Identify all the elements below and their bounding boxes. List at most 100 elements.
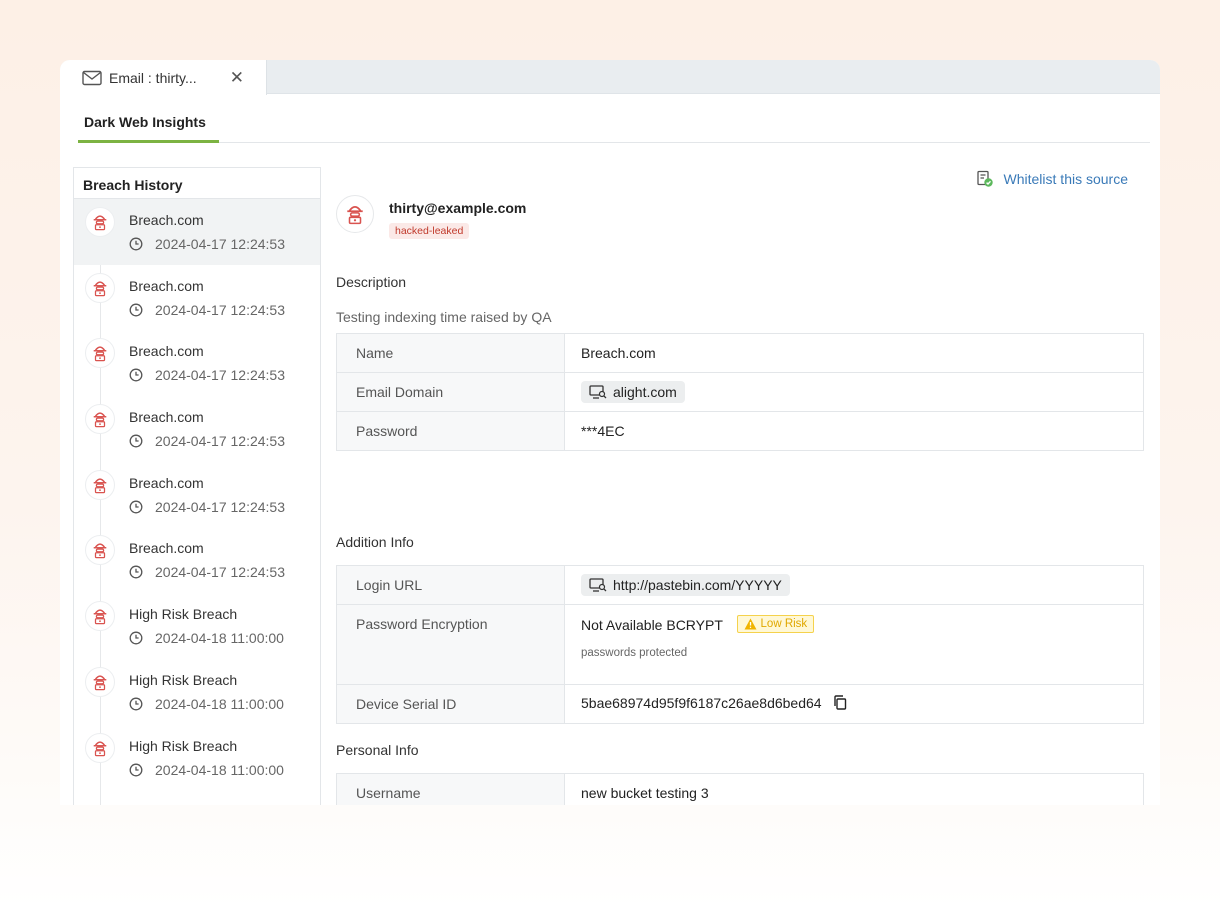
breach-time: 2024-04-17 12:24:53 bbox=[129, 499, 285, 515]
risk-badge: Low Risk bbox=[736, 615, 815, 633]
username-key: Username bbox=[336, 773, 565, 805]
breach-timestamp: 2024-04-17 12:24:53 bbox=[155, 367, 285, 384]
breach-timestamp: 2024-04-18 11:00:00 bbox=[155, 630, 284, 647]
breach-name: Breach.com bbox=[129, 343, 204, 360]
breach-name: Breach.com bbox=[129, 212, 204, 228]
hacker-icon bbox=[347, 205, 363, 225]
monitor-search-icon bbox=[589, 385, 607, 399]
hacker-icon bbox=[85, 469, 115, 500]
breach-time: 2024-04-18 11:00:00 bbox=[129, 630, 284, 646]
breach-time: 2024-04-17 12:24:53 bbox=[129, 564, 285, 580]
personal-info-heading: Personal Info bbox=[336, 742, 419, 758]
clock-icon bbox=[129, 565, 149, 579]
breach-name: Breach.com bbox=[129, 540, 204, 557]
list-item[interactable]: Breach.com 2024-04-17 12:24:53 bbox=[74, 330, 320, 396]
breach-time: 2024-04-17 12:24:53 bbox=[129, 236, 285, 252]
breach-time: 2024-04-18 11:00:00 bbox=[129, 696, 284, 712]
list-item[interactable]: High Risk Breach 2024-04-18 11:00:00 bbox=[74, 659, 320, 725]
sub-navigation: Dark Web Insights bbox=[78, 94, 1150, 143]
breach-name: Breach.com bbox=[129, 474, 204, 491]
list-item[interactable]: High Risk Breach 2024-04-18 11:00:00 bbox=[74, 593, 320, 659]
whitelist-button[interactable]: Whitelist this source bbox=[976, 170, 1128, 188]
tab-title: Email : thirty... bbox=[109, 69, 197, 86]
mail-icon bbox=[82, 70, 102, 85]
warning-icon bbox=[744, 618, 757, 630]
password-encryption-note: passwords protected bbox=[581, 647, 688, 659]
name-value: Breach.com bbox=[564, 333, 1144, 373]
page-background: Email : thirty... ✕ Dark Web Insights Br… bbox=[0, 0, 1220, 908]
table-row: Name Breach.com bbox=[336, 333, 1144, 373]
avatar bbox=[336, 195, 374, 233]
device-serial-key: Device Serial ID bbox=[336, 684, 565, 724]
breach-history-title: Breach History bbox=[74, 168, 320, 199]
breach-name: High Risk Breach bbox=[129, 737, 238, 754]
email-domain-key: Email Domain bbox=[336, 372, 565, 412]
table-row: Password Encryption Not Available BCRYPT… bbox=[336, 604, 1144, 685]
app-window: Email : thirty... ✕ Dark Web Insights Br… bbox=[60, 60, 1160, 805]
clock-icon bbox=[129, 303, 149, 317]
clock-icon bbox=[129, 631, 149, 645]
list-item[interactable]: Breach.com 2024-04-17 12:24:53 bbox=[74, 396, 320, 462]
tab-dark-web-insights[interactable]: Dark Web Insights bbox=[78, 94, 219, 143]
breach-time: 2024-04-18 11:00:00 bbox=[129, 762, 284, 778]
hacker-icon bbox=[85, 535, 115, 566]
breach-timestamp: 2024-04-17 12:24:53 bbox=[155, 564, 285, 581]
clock-icon bbox=[129, 237, 149, 251]
breach-timestamp: 2024-04-17 12:24:53 bbox=[155, 433, 285, 450]
table-row: Password ***4EC bbox=[336, 411, 1144, 451]
hacker-icon bbox=[85, 338, 115, 369]
breach-name: Breach.com bbox=[129, 277, 204, 294]
clock-icon bbox=[129, 697, 149, 711]
breach-time: 2024-04-17 12:24:53 bbox=[129, 367, 285, 383]
breach-name: Breach.com bbox=[129, 409, 204, 426]
copy-icon[interactable] bbox=[833, 695, 847, 713]
hacker-icon bbox=[85, 732, 115, 763]
hacker-icon bbox=[85, 272, 115, 303]
hacker-icon bbox=[85, 666, 115, 697]
username-value: new bucket testing 3 bbox=[564, 773, 1144, 805]
email-address: thirty@example.com bbox=[389, 200, 527, 216]
device-serial-value: 5bae68974d95f9f6187c26ae8d6bed64 bbox=[581, 694, 822, 711]
list-item[interactable]: High Risk Breach 2024-04-18 11:00:00 bbox=[74, 725, 320, 791]
tab-strip: Email : thirty... ✕ bbox=[60, 60, 1160, 95]
login-url-value: http://pastebin.com/YYYYY bbox=[613, 577, 782, 593]
breach-time: 2024-04-17 12:24:53 bbox=[129, 433, 285, 449]
personal-info-table: Username new bucket testing 3 Card Numbe… bbox=[336, 773, 1144, 805]
breach-detail: Whitelist this source thirty@example.com… bbox=[336, 167, 1144, 805]
addition-info-table: Login URL http://pastebin.com/YYYYY Pass… bbox=[336, 565, 1144, 724]
hacker-icon bbox=[85, 207, 115, 237]
list-item[interactable]: Breach.com 2024-04-17 12:24:53 bbox=[74, 462, 320, 528]
breach-name: High Risk Breach bbox=[129, 606, 238, 623]
clock-icon bbox=[129, 434, 149, 448]
table-row: Login URL http://pastebin.com/YYYYY bbox=[336, 565, 1144, 605]
clock-icon bbox=[129, 500, 149, 514]
table-row: Username new bucket testing 3 bbox=[336, 773, 1144, 805]
close-icon[interactable]: ✕ bbox=[230, 68, 244, 88]
breach-timestamp: 2024-04-17 12:24:53 bbox=[155, 301, 285, 318]
hacker-icon bbox=[85, 601, 115, 632]
password-value: ***4EC bbox=[564, 411, 1144, 451]
list-item[interactable]: Breach.com 2024-04-17 12:24:53 bbox=[74, 527, 320, 593]
password-encryption-key: Password Encryption bbox=[336, 604, 565, 685]
email-domain-chip[interactable]: alight.com bbox=[581, 381, 685, 403]
tab-email[interactable]: Email : thirty... ✕ bbox=[60, 60, 267, 95]
risk-badge-label: Low Risk bbox=[760, 618, 808, 630]
breach-time: 2024-04-17 12:24:53 bbox=[129, 302, 285, 318]
list-item[interactable]: Breach.com 2024-04-17 12:24:53 bbox=[74, 265, 320, 331]
clock-icon bbox=[129, 368, 149, 382]
breach-timestamp: 2024-04-17 12:24:53 bbox=[155, 236, 285, 252]
table-row: Email Domain alight.com bbox=[336, 372, 1144, 412]
password-key: Password bbox=[336, 411, 565, 451]
login-url-chip[interactable]: http://pastebin.com/YYYYY bbox=[581, 574, 790, 596]
name-key: Name bbox=[336, 333, 565, 373]
hacker-icon bbox=[85, 404, 115, 435]
description-text: Testing indexing time raised by QA bbox=[336, 309, 552, 325]
password-encryption-value: Not Available BCRYPT bbox=[581, 617, 723, 633]
breach-name: High Risk Breach bbox=[129, 671, 238, 688]
breach-history-panel: Breach History Breach.com 2024-04-17 12:2… bbox=[73, 167, 321, 805]
description-heading: Description bbox=[336, 274, 407, 290]
breach-timestamp: 2024-04-17 12:24:53 bbox=[155, 498, 285, 515]
clock-icon bbox=[129, 763, 149, 777]
list-item[interactable]: Breach.com 2024-04-17 12:24:53 bbox=[74, 199, 320, 265]
table-row: Device Serial ID 5bae68974d95f9f6187c26a… bbox=[336, 684, 1144, 724]
